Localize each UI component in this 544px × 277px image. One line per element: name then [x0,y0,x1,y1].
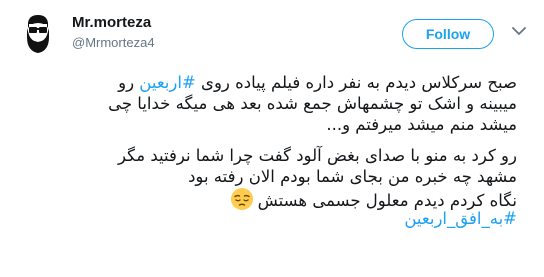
tweet-text-segment: صبح سرکلاس دیدم به نفر داره فیلم پیاده ر… [195,73,517,92]
user-info[interactable]: Mr.morteza @Mrmorteza4 [72,14,155,52]
tweet-line-6: نگاه کردم دیدم معلول جسمی هستش [17,187,517,210]
tweet-header: Mr.morteza @Mrmorteza4 Follow [0,0,544,66]
tweet-line-2: میبینه و اشک تو چشمهاش جمع شده بعد هی می… [108,94,517,113]
tweet-line-3: میشد منم میشد میرفتم و... [326,115,517,134]
tweet-line-1: صبح سرکلاس دیدم به نفر داره فیلم پیاده ر… [17,72,517,93]
follow-button[interactable]: Follow [402,19,494,49]
chevron-down-icon[interactable] [512,26,526,36]
tweet-line-4: رو کرد به منو با صدای بغض آلود گفت چرا ش… [118,146,517,165]
hashtag-link[interactable]: #اربعین [139,73,195,92]
display-name[interactable]: Mr.morteza [72,14,155,32]
tweet-line-5: مشهد چه خبره من بجای شما بودم الان رفته … [188,167,517,186]
pensive-face-icon [230,188,253,210]
tweet-text: صبح سرکلاس دیدم به نفر داره فیلم پیاده ر… [17,72,517,229]
tweet-line-7: #به_افق_اربعین [17,208,517,229]
avatar[interactable] [16,11,60,55]
avatar-bearded-man-icon [27,15,49,53]
hashtag-link[interactable]: #به_افق_اربعین [404,209,517,228]
user-handle[interactable]: @Mrmorteza4 [72,34,155,52]
tweet-text-segment: رو [118,73,140,92]
